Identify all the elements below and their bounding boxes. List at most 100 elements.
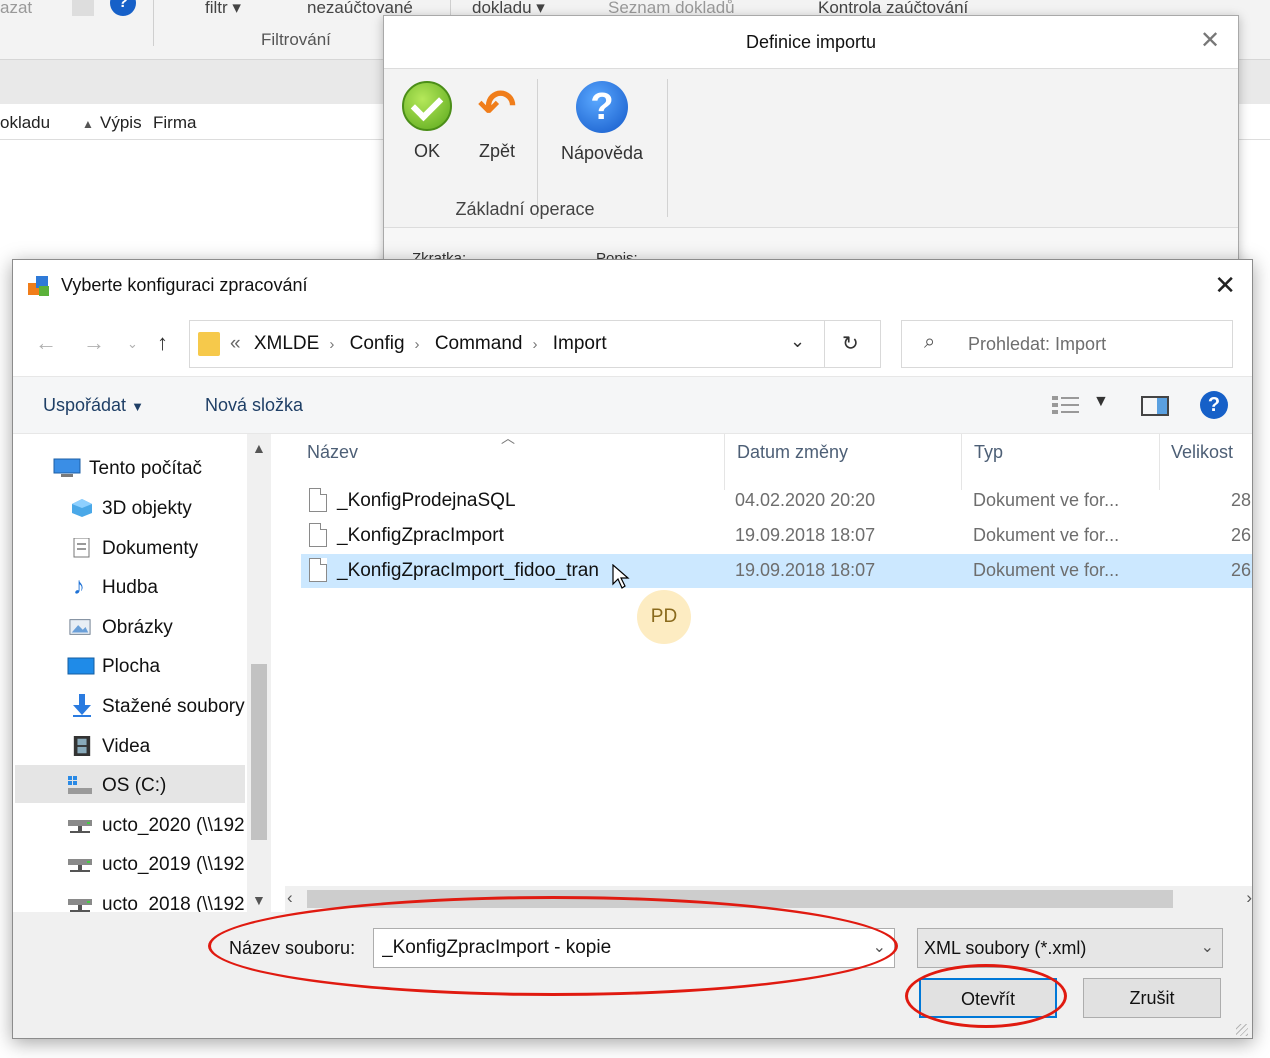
nav-item-ucto-2019[interactable]: ucto_2019 (\\192 bbox=[15, 844, 245, 882]
file-row[interactable]: _KonfigProdejnaSQL 04.02.2020 20:20 Doku… bbox=[301, 484, 1252, 518]
address-bar[interactable]: « XMLDE › Config › Command › Import ⌄ ↻ bbox=[189, 320, 881, 368]
nav-item-ucto-2020[interactable]: ucto_2020 (\\192 bbox=[15, 805, 245, 843]
videos-icon bbox=[73, 736, 91, 756]
chevron-down-icon: ⌄ bbox=[1200, 939, 1214, 956]
column-header-name[interactable]: Název bbox=[307, 442, 358, 482]
file-icon bbox=[309, 558, 327, 582]
file-row[interactable]: _KonfigZpracImport 19.09.2018 18:07 Doku… bbox=[301, 519, 1252, 553]
ok-check-icon bbox=[402, 81, 452, 131]
bg-ribbon-item: azat bbox=[0, 0, 33, 17]
desktop-icon bbox=[67, 657, 95, 675]
dialog-title: Vyberte konfiguraci zpracování bbox=[61, 275, 308, 295]
file-list: ︿ Název Datum změny Typ Velikost _Konfig… bbox=[271, 430, 1252, 912]
recent-dropdown-icon[interactable]: ⌄ bbox=[127, 336, 138, 352]
bg-group-label: Filtrování bbox=[261, 30, 331, 49]
back-arrow-icon: ↶ bbox=[477, 80, 517, 132]
view-options-icon[interactable] bbox=[1051, 394, 1081, 416]
search-input[interactable]: Prohledat: Import bbox=[968, 334, 1106, 355]
scroll-right-icon[interactable]: › bbox=[1246, 888, 1252, 908]
command-bar: Uspořádat ▼ Nová složka ▼ ? bbox=[13, 376, 1252, 434]
view-dropdown-icon[interactable]: ▼ bbox=[1093, 393, 1109, 411]
nav-item-3d-objekty[interactable]: 3D objekty bbox=[15, 488, 245, 526]
nav-item-os-c[interactable]: OS (C:) bbox=[15, 765, 245, 803]
search-icon: ⌕ bbox=[924, 331, 936, 353]
bg-col[interactable]: okladu bbox=[0, 113, 50, 133]
nav-item-dokumenty[interactable]: Dokumenty bbox=[15, 528, 245, 566]
ribbon-group-label: Základní operace bbox=[455, 199, 595, 219]
network-drive-icon bbox=[68, 820, 92, 833]
breadcrumb-item[interactable]: XMLDE bbox=[254, 333, 319, 354]
filetype-select[interactable]: XML soubory (*.xml) ⌄ bbox=[917, 928, 1223, 968]
search-box[interactable]: ⌕ Prohledat: Import bbox=[901, 320, 1233, 368]
mouse-cursor-icon bbox=[612, 564, 630, 589]
nav-scrollbar[interactable]: ▲ ▼ bbox=[247, 434, 271, 912]
column-header-type[interactable]: Typ bbox=[974, 442, 1003, 482]
close-icon[interactable]: ✕ bbox=[1198, 29, 1222, 53]
back-button[interactable]: ↶ Zpět bbox=[472, 81, 522, 162]
network-drive-icon bbox=[68, 859, 92, 872]
horizontal-scrollbar[interactable]: ‹ › bbox=[285, 886, 1252, 912]
navigation-bar: ← → ⌄ ↑ « XMLDE › Config › Command › Import… bbox=[13, 316, 1252, 372]
breadcrumb-item[interactable]: Command bbox=[435, 333, 523, 354]
downloads-icon bbox=[73, 694, 91, 717]
nav-item-plocha[interactable]: Plocha bbox=[15, 646, 245, 684]
help-button[interactable]: ? Nápověda bbox=[552, 81, 652, 164]
back-arrow-icon[interactable]: ← bbox=[35, 330, 57, 356]
file-row-selected[interactable]: _KonfigZpracImport_fidoo_tran 19.09.2018… bbox=[301, 554, 1252, 588]
dialog-titlebar: Vyberte konfiguraci zpracování ✕ bbox=[13, 260, 1252, 310]
music-icon: ♪ bbox=[73, 573, 85, 600]
file-icon bbox=[309, 523, 327, 547]
sort-ascending-icon: ︿ bbox=[501, 430, 515, 446]
app-icon bbox=[28, 276, 49, 296]
bg-col[interactable]: Výpis bbox=[100, 113, 142, 133]
chevron-down-icon[interactable]: ⌄ bbox=[873, 937, 886, 957]
scrollbar-thumb[interactable] bbox=[251, 664, 267, 840]
column-header-size[interactable]: Velikost bbox=[1171, 442, 1233, 482]
cancel-button[interactable]: Zrušit bbox=[1083, 978, 1221, 1018]
bg-doc-icon bbox=[72, 0, 94, 16]
window-title: Definice importu bbox=[745, 32, 877, 52]
filename-label: Název souboru: bbox=[229, 938, 356, 958]
bg-ribbon-filtr[interactable]: filtr ▾ bbox=[205, 0, 241, 18]
organize-button[interactable]: Uspořádat ▼ bbox=[43, 395, 144, 416]
bg-col[interactable]: Firma bbox=[153, 113, 196, 133]
close-icon[interactable]: ✕ bbox=[1214, 270, 1236, 301]
documents-icon bbox=[73, 538, 90, 558]
scroll-up-icon[interactable]: ▲ bbox=[252, 440, 266, 456]
pictures-icon bbox=[69, 619, 91, 635]
new-folder-button[interactable]: Nová složka bbox=[205, 395, 303, 416]
filename-combobox[interactable]: ⌄ bbox=[373, 928, 895, 968]
resize-grip-icon[interactable] bbox=[1236, 1024, 1248, 1036]
column-header-date[interactable]: Datum změny bbox=[737, 442, 848, 482]
drive-icon bbox=[68, 776, 92, 794]
3d-objects-icon bbox=[72, 499, 92, 517]
preview-pane-icon[interactable] bbox=[1141, 396, 1169, 416]
nav-item-videa[interactable]: Videa bbox=[15, 726, 245, 764]
forward-arrow-icon[interactable]: → bbox=[83, 330, 105, 356]
nav-item-stazene-soubory[interactable]: Stažené soubory bbox=[15, 686, 245, 724]
file-icon bbox=[309, 488, 327, 512]
scroll-down-icon[interactable]: ▼ bbox=[252, 892, 266, 908]
scrollbar-thumb[interactable] bbox=[307, 890, 1173, 908]
dialog-bottom-bar: Název souboru: ⌄ XML soubory (*.xml) ⌄ O… bbox=[13, 912, 1252, 1038]
breadcrumb: « XMLDE › Config › Command › Import bbox=[230, 333, 607, 354]
navigation-pane: Tento počítač 3D objekty Dokumenty ♪ Hud… bbox=[15, 434, 271, 915]
up-arrow-icon[interactable]: ↑ bbox=[157, 330, 168, 356]
nav-item-tento-pocitac[interactable]: Tento počítač bbox=[15, 448, 245, 486]
refresh-icon[interactable]: ↻ bbox=[842, 331, 859, 356]
definice-importu-window: Definice importu ✕ OK ↶ Zpět ? Nápověda … bbox=[383, 15, 1239, 267]
ok-button[interactable]: OK bbox=[402, 81, 452, 162]
cursor-badge: PD bbox=[637, 590, 691, 644]
scroll-left-icon[interactable]: ‹ bbox=[287, 888, 293, 908]
computer-icon bbox=[53, 458, 81, 477]
help-icon[interactable]: ? bbox=[1200, 391, 1228, 419]
breadcrumb-item[interactable]: Config bbox=[350, 333, 405, 354]
bg-sort-icon: ▲ bbox=[82, 117, 94, 131]
nav-item-obrazky[interactable]: Obrázky bbox=[15, 607, 245, 645]
filename-input[interactable] bbox=[380, 933, 860, 963]
breadcrumb-item[interactable]: Import bbox=[553, 333, 607, 354]
nav-item-hudba[interactable]: ♪ Hudba bbox=[15, 567, 245, 605]
chevron-down-icon[interactable]: ⌄ bbox=[790, 331, 805, 352]
definice-ribbon: OK ↶ Zpět ? Nápověda Základní operace bbox=[384, 68, 1238, 228]
open-button[interactable]: Otevřít bbox=[919, 978, 1057, 1018]
